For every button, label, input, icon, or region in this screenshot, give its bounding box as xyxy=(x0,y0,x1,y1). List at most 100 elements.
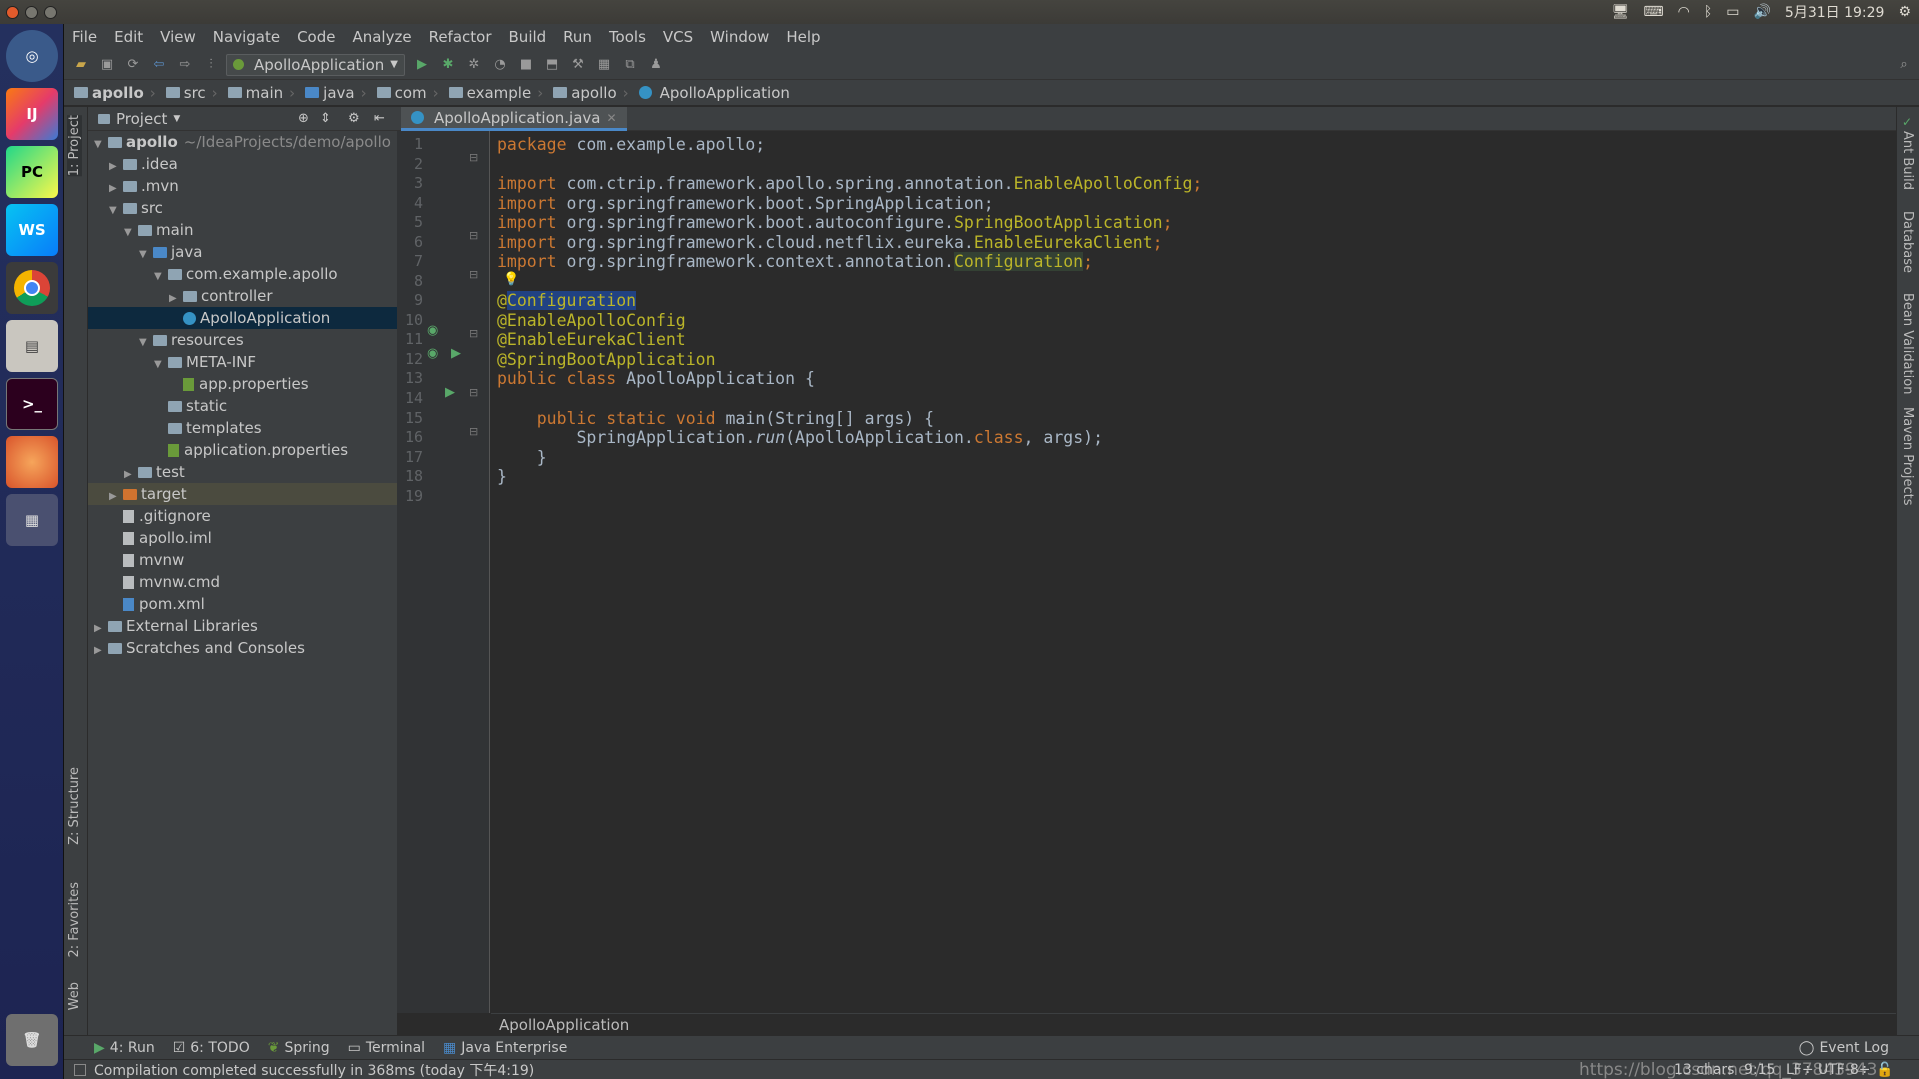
breadcrumb-com[interactable]: com xyxy=(376,84,427,102)
caret-position[interactable]: 9:15 xyxy=(1744,1062,1775,1078)
tool-tab-ant-build[interactable]: Ant Build xyxy=(1900,131,1915,190)
menu-window[interactable]: Window xyxy=(710,28,769,46)
tree-item[interactable]: ▼ apollo ~/IdeaProjects/demo/apollo xyxy=(88,131,397,153)
editor-footer-breadcrumb[interactable]: ApolloApplication xyxy=(491,1013,1896,1035)
tree-item[interactable]: mvnw xyxy=(88,549,397,571)
collapsed-arrow-icon[interactable]: ▶ xyxy=(94,640,108,662)
back-icon[interactable]: ⇦ xyxy=(150,56,168,74)
battery-icon[interactable]: ▭ xyxy=(1726,4,1739,20)
code-editor[interactable]: package com.example.apollo; import com.c… xyxy=(491,131,1896,1013)
tree-item[interactable]: static xyxy=(88,395,397,417)
menu-build[interactable]: Build xyxy=(509,28,547,46)
window-maximize-button[interactable] xyxy=(44,5,57,19)
tree-item[interactable]: ▶ .mvn xyxy=(88,175,397,197)
open-folder-icon[interactable]: ▰ xyxy=(72,56,90,74)
intellij-icon[interactable]: IJ xyxy=(6,88,58,140)
breadcrumb-class[interactable]: ApolloApplication xyxy=(638,84,790,102)
tool-tab-maven-projects[interactable]: Maven Projects xyxy=(1900,407,1915,506)
chevron-down-icon[interactable]: ▼ xyxy=(173,114,180,124)
vcs-icon[interactable]: ⧉ xyxy=(621,56,639,74)
bluetooth-icon[interactable]: ᛒ xyxy=(1704,4,1712,20)
tree-item[interactable]: ▼ main xyxy=(88,219,397,241)
tree-item[interactable]: ▶ test xyxy=(88,461,397,483)
menu-view[interactable]: View xyxy=(160,28,196,46)
tree-item[interactable]: ▼ src xyxy=(88,197,397,219)
tree-item[interactable]: mvnw.cmd xyxy=(88,571,397,593)
menu-help[interactable]: Help xyxy=(786,28,820,46)
chrome-icon[interactable] xyxy=(6,262,58,314)
tree-item[interactable]: ▶ target xyxy=(88,483,397,505)
tree-item[interactable]: ▼ java xyxy=(88,241,397,263)
webstorm-icon[interactable]: WS xyxy=(6,204,58,256)
tree-item[interactable]: application.properties xyxy=(88,439,397,461)
tree-item[interactable]: app.properties xyxy=(88,373,397,395)
network-icon[interactable]: 🖥 xyxy=(1612,4,1630,20)
menu-analyze[interactable]: Analyze xyxy=(352,28,411,46)
save-icon[interactable]: ▣ xyxy=(98,56,116,74)
volume-icon[interactable]: 🔊 xyxy=(1753,4,1770,20)
tool-tab-web[interactable]: Web xyxy=(67,982,82,1010)
tool-tab-favorites[interactable]: 2: Favorites xyxy=(67,882,82,958)
person-icon[interactable]: ♟ xyxy=(647,56,665,74)
fold-icon[interactable]: ⊟ xyxy=(469,268,478,281)
breadcrumb-src[interactable]: src xyxy=(165,84,206,102)
breadcrumb-example[interactable]: example xyxy=(448,84,531,102)
tool-tab-structure[interactable]: Z: Structure xyxy=(67,767,82,845)
tool-tab-project[interactable]: 1: Project xyxy=(67,115,82,177)
menu-file[interactable]: File xyxy=(72,28,97,46)
locate-icon[interactable]: ⊕ xyxy=(298,111,309,126)
forward-icon[interactable]: ⇨ xyxy=(176,56,194,74)
bean-gutter-icon[interactable]: ◉ xyxy=(427,323,438,338)
menu-run[interactable]: Run xyxy=(563,28,592,46)
project-view-select[interactable]: Project xyxy=(116,110,167,128)
spring-gutter-icon[interactable]: ◉ xyxy=(427,346,438,361)
tool-tab-todo[interactable]: ☑ 6: TODO xyxy=(173,1040,250,1056)
tool-tab-terminal[interactable]: ▭ Terminal xyxy=(348,1040,425,1056)
software-center-icon[interactable] xyxy=(6,436,58,488)
debug-icon[interactable]: ✱ xyxy=(439,56,457,74)
run-icon[interactable]: ▶ xyxy=(413,56,431,74)
keyboard-icon[interactable]: ⌨ xyxy=(1643,4,1663,20)
search-icon[interactable]: ⌕ xyxy=(1895,56,1913,74)
tree-item[interactable]: pom.xml xyxy=(88,593,397,615)
profile-icon[interactable]: ◔ xyxy=(491,56,509,74)
lightbulb-icon[interactable]: 💡 xyxy=(503,272,519,287)
menu-vcs[interactable]: VCS xyxy=(663,28,693,46)
dash-icon[interactable]: ◎ xyxy=(6,30,58,82)
run-configuration-select[interactable]: ApolloApplication ▼ xyxy=(226,53,405,76)
tree-item[interactable]: apollo.iml xyxy=(88,527,397,549)
fold-icon[interactable]: ⊟ xyxy=(469,229,478,242)
sync-icon[interactable]: ⟳ xyxy=(124,56,142,74)
tree-item[interactable]: ApolloApplication xyxy=(88,307,397,329)
lock-icon[interactable]: 🔓 xyxy=(1876,1062,1893,1078)
trash-icon[interactable]: 🗑 xyxy=(6,1014,58,1066)
workspace-switcher-icon[interactable]: ▦ xyxy=(6,494,58,546)
menu-tools[interactable]: Tools xyxy=(609,28,646,46)
tab-apollo-application[interactable]: ApolloApplication.java ✕ xyxy=(401,107,627,131)
pycharm-icon[interactable]: PC xyxy=(6,146,58,198)
tool-tab-spring[interactable]: ❦ Spring xyxy=(268,1040,330,1056)
window-close-button[interactable] xyxy=(6,5,19,19)
collapse-all-icon[interactable]: ⇕ xyxy=(320,111,331,126)
coverage-icon[interactable]: ✲ xyxy=(465,56,483,74)
tool-tab-run[interactable]: ▶ 4: Run xyxy=(94,1040,155,1056)
line-separator[interactable]: LF÷ xyxy=(1786,1062,1814,1078)
tool-tab-java-enterprise[interactable]: ▦ Java Enterprise xyxy=(443,1040,567,1056)
breadcrumb-main[interactable]: main xyxy=(227,84,283,102)
sdk-icon[interactable]: ▦ xyxy=(595,56,613,74)
run-main-icon[interactable]: ▶ xyxy=(445,385,455,400)
tree-item[interactable]: ▼ com.example.apollo xyxy=(88,263,397,285)
file-encoding[interactable]: UTF-8÷ xyxy=(1818,1062,1871,1078)
menu-edit[interactable]: Edit xyxy=(114,28,143,46)
clock[interactable]: 5月31日 19:29 xyxy=(1785,2,1885,22)
window-minimize-button[interactable] xyxy=(25,5,38,19)
fold-icon[interactable]: ⊟ xyxy=(469,151,478,164)
terminal-icon[interactable]: >_ xyxy=(6,378,58,430)
files-icon[interactable]: ▤ xyxy=(6,320,58,372)
stop-icon[interactable]: ■ xyxy=(517,56,535,74)
close-icon[interactable]: ✕ xyxy=(606,111,616,125)
tree-item[interactable]: ▶ External Libraries xyxy=(88,615,397,637)
tree-item[interactable]: ▶ controller xyxy=(88,285,397,307)
tree-item[interactable]: ▶ Scratches and Consoles xyxy=(88,637,397,659)
fold-icon[interactable]: ⊟ xyxy=(469,327,478,340)
